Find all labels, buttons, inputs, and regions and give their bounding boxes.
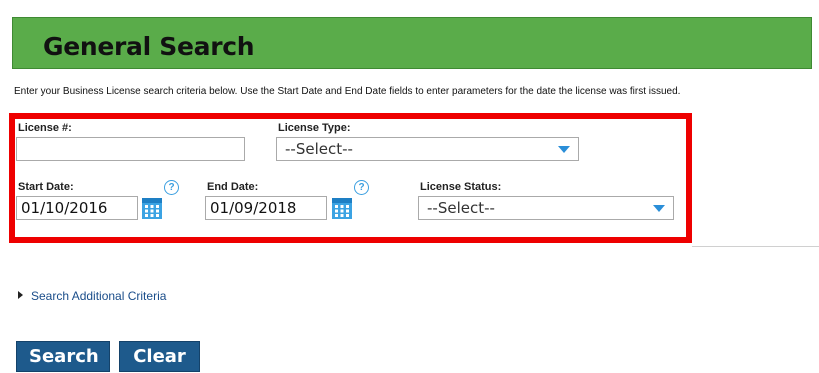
- license-status-selected: --Select--: [427, 199, 495, 217]
- instructions-text: Enter your Business License search crite…: [14, 86, 681, 97]
- start-date-label: Start Date:: [18, 181, 74, 193]
- calendar-icon[interactable]: [142, 198, 162, 219]
- search-button[interactable]: Search: [16, 341, 110, 372]
- end-date-input[interactable]: [205, 196, 327, 220]
- page-header: General Search: [12, 17, 812, 69]
- divider: [692, 246, 819, 247]
- license-status-label: License Status:: [420, 181, 502, 193]
- license-type-select[interactable]: --Select--: [276, 137, 579, 161]
- search-additional-criteria-link[interactable]: Search Additional Criteria: [18, 289, 166, 303]
- clear-button[interactable]: Clear: [119, 341, 200, 372]
- page-title: General Search: [43, 32, 255, 61]
- start-date-input[interactable]: [16, 196, 138, 220]
- license-number-label: License #:: [18, 122, 72, 134]
- triangle-right-icon: [18, 290, 23, 299]
- chevron-down-icon: [558, 146, 570, 153]
- license-type-label: License Type:: [278, 122, 351, 134]
- license-number-input[interactable]: [16, 137, 245, 161]
- additional-criteria-label: Search Additional Criteria: [31, 289, 167, 303]
- end-date-label: End Date:: [207, 181, 259, 193]
- help-icon[interactable]: ?: [354, 180, 369, 195]
- license-status-select[interactable]: --Select--: [418, 196, 674, 220]
- calendar-icon[interactable]: [332, 198, 352, 219]
- chevron-down-icon: [653, 205, 665, 212]
- license-type-selected: --Select--: [285, 140, 353, 158]
- help-icon[interactable]: ?: [164, 180, 179, 195]
